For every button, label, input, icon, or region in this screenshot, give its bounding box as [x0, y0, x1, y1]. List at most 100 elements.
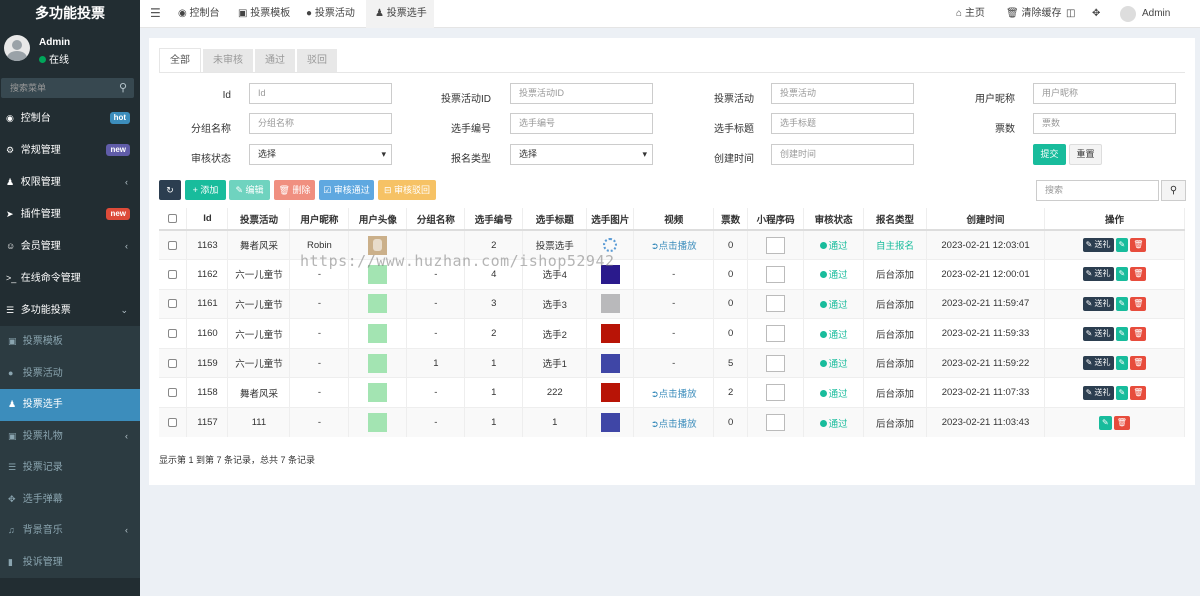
clear-cache-button[interactable]: 🗑 清除缓存 — [1006, 0, 1061, 28]
refresh-button[interactable]: ↻ — [159, 180, 181, 200]
qr-code-image[interactable] — [766, 265, 786, 283]
tab-vote-candidates[interactable]: ♟ 投票选手 — [366, 0, 434, 28]
gift-button[interactable]: ✎ 送礼 — [1082, 385, 1114, 400]
play-video-link[interactable]: ➲点击播放 — [651, 419, 697, 430]
column-header[interactable]: 视频 — [633, 208, 715, 231]
table-search-button[interactable]: ⚲ — [1161, 180, 1186, 201]
column-header[interactable]: 选手标题 — [522, 208, 588, 231]
qr-code-image[interactable] — [766, 295, 786, 313]
row-delete-button[interactable]: 🗑 — [1130, 296, 1147, 311]
user-avatar-image[interactable] — [368, 413, 388, 433]
row-checkbox[interactable] — [168, 388, 178, 398]
row-edit-button[interactable]: ✎ — [1115, 267, 1129, 282]
filter-tab-pending[interactable]: 未审核 — [203, 49, 253, 73]
votes-input[interactable]: 票数 — [1033, 113, 1176, 134]
row-signup-type[interactable]: 后台添加 — [876, 300, 914, 311]
tab-vote-activity[interactable]: ● 投票活动 — [306, 0, 355, 28]
sidebar-subitem-7[interactable]: ▮ 投诉管理 — [0, 546, 140, 578]
title-input[interactable]: 选手标题 — [771, 113, 914, 134]
add-button[interactable]: + 添加 — [185, 180, 226, 200]
sidebar-subitem-3[interactable]: ▣ 投票礼物 ‹ — [0, 420, 140, 452]
sidebar-item-4[interactable]: ☺ 会员管理 ‹ — [0, 230, 140, 262]
row-edit-button[interactable]: ✎ — [1115, 296, 1129, 311]
signup-type-select[interactable]: 选择 — [510, 144, 653, 165]
row-checkbox[interactable] — [168, 240, 178, 250]
menu-toggle-icon[interactable]: ☰ — [150, 6, 161, 20]
column-header[interactable]: 票数 — [713, 208, 749, 231]
reset-button[interactable]: 重置 — [1069, 144, 1102, 165]
nickname-input[interactable]: 用户昵称 — [1033, 83, 1176, 104]
row-edit-button[interactable]: ✎ — [1099, 415, 1112, 430]
qr-code-image[interactable] — [766, 325, 786, 343]
row-signup-type[interactable]: 后台添加 — [876, 359, 914, 370]
tab-vote-template[interactable]: ▣ 投票模板 — [238, 0, 290, 28]
gift-button[interactable]: ✎ 送礼 — [1082, 238, 1114, 253]
row-edit-button[interactable]: ✎ — [1115, 356, 1129, 371]
sidebar-subitem-2[interactable]: ♟ 投票选手 — [0, 389, 140, 421]
status-select[interactable]: 选择 — [249, 144, 392, 165]
row-edit-button[interactable]: ✎ — [1115, 238, 1129, 253]
column-header[interactable]: 用户头像 — [348, 208, 408, 231]
row-delete-button[interactable]: 🗑 — [1130, 356, 1147, 371]
sidebar-subitem-0[interactable]: ▣ 投票模板 — [0, 326, 140, 358]
column-header[interactable]: Id — [186, 208, 229, 231]
table-row[interactable]: 1157 111 - - 1 1 ➲点击播放 0 通过 后台添加 2023-02-21 11:03:… — [159, 407, 1186, 438]
gift-button[interactable]: ✎ 送礼 — [1082, 326, 1114, 341]
row-checkbox[interactable] — [168, 418, 178, 428]
row-signup-type[interactable]: 自主报名 — [876, 241, 914, 252]
column-header[interactable]: 选手图片 — [586, 208, 635, 231]
qr-code-image[interactable] — [766, 354, 786, 372]
gift-button[interactable]: ✎ 送礼 — [1082, 296, 1114, 311]
row-signup-type[interactable]: 后台添加 — [876, 389, 914, 400]
tab-dashboard[interactable]: ◉ 控制台 — [178, 0, 220, 28]
sidebar-item-5[interactable]: >_ 在线命令管理 — [0, 262, 140, 294]
qr-code-image[interactable] — [766, 384, 786, 402]
user-avatar-image[interactable] — [368, 294, 388, 314]
column-header[interactable]: 审核状态 — [803, 208, 865, 231]
number-input[interactable]: 选手编号 — [510, 113, 653, 134]
play-video-link[interactable]: ➲点击播放 — [651, 389, 697, 400]
table-row[interactable]: 1159 六一儿童节 - 1 1 选手1 - 5 通过 后台添加 2023-02-21 11:59:… — [159, 347, 1186, 378]
row-edit-button[interactable]: ✎ — [1115, 326, 1129, 341]
group-input[interactable]: 分组名称 — [249, 113, 392, 134]
column-header[interactable]: 操作 — [1044, 208, 1186, 231]
qr-code-image[interactable] — [766, 414, 786, 432]
status-badge[interactable]: 通过 — [819, 389, 848, 400]
id-input[interactable]: Id — [249, 83, 392, 104]
edit-button[interactable]: ✎ 编辑 — [229, 180, 270, 200]
status-badge[interactable]: 通过 — [819, 359, 848, 370]
candidate-image[interactable] — [600, 324, 620, 344]
admin-menu[interactable]: Admin — [1142, 0, 1170, 28]
row-signup-type[interactable]: 后台添加 — [876, 270, 914, 281]
status-badge[interactable]: 通过 — [819, 300, 848, 311]
user-avatar-image[interactable] — [368, 324, 388, 344]
sidebar-subitem-6[interactable]: ♫ 背景音乐 ‹ — [0, 515, 140, 547]
search-icon[interactable]: ⚲ — [119, 78, 127, 98]
sidebar-subitem-4[interactable]: ☰ 投票记录 — [0, 452, 140, 484]
status-badge[interactable]: 通过 — [819, 270, 848, 281]
activity-id-input[interactable]: 投票活动ID — [510, 83, 653, 104]
user-avatar-image[interactable] — [368, 383, 388, 403]
row-signup-type[interactable]: 后台添加 — [876, 330, 914, 341]
sidebar-subitem-1[interactable]: ● 投票活动 — [0, 357, 140, 389]
column-header[interactable]: 分组名称 — [406, 208, 466, 231]
row-delete-button[interactable]: 🗑 — [1130, 238, 1147, 253]
column-header[interactable]: 选手编号 — [464, 208, 524, 231]
row-signup-type[interactable]: 后台添加 — [876, 419, 914, 430]
loading-icon[interactable] — [603, 238, 618, 253]
sidebar-search-input[interactable]: 搜索菜单 ⚲ — [1, 78, 134, 98]
column-header[interactable]: 创建时间 — [926, 208, 1045, 231]
table-search-input[interactable]: 搜索 — [1036, 180, 1159, 201]
candidate-image[interactable] — [600, 353, 620, 373]
approve-button[interactable]: ☑ 审核通过 — [319, 180, 374, 200]
sidebar-item-1[interactable]: ⚙ 常规管理 new — [0, 134, 140, 166]
gift-button[interactable]: ✎ 送礼 — [1082, 267, 1114, 282]
select-all-checkbox[interactable] — [168, 213, 178, 223]
row-checkbox[interactable] — [168, 358, 178, 368]
sidebar-item-2[interactable]: ♟ 权限管理 ‹ — [0, 166, 140, 198]
row-delete-button[interactable]: 🗑 — [1130, 326, 1147, 341]
delete-button[interactable]: 🗑 删除 — [274, 180, 315, 200]
row-checkbox[interactable] — [168, 269, 178, 279]
table-row[interactable]: 1161 六一儿童节 - - 3 选手3 - 0 通过 后台添加 2023-02-21 11:59:… — [159, 288, 1186, 319]
row-delete-button[interactable]: 🗑 — [1130, 267, 1147, 282]
